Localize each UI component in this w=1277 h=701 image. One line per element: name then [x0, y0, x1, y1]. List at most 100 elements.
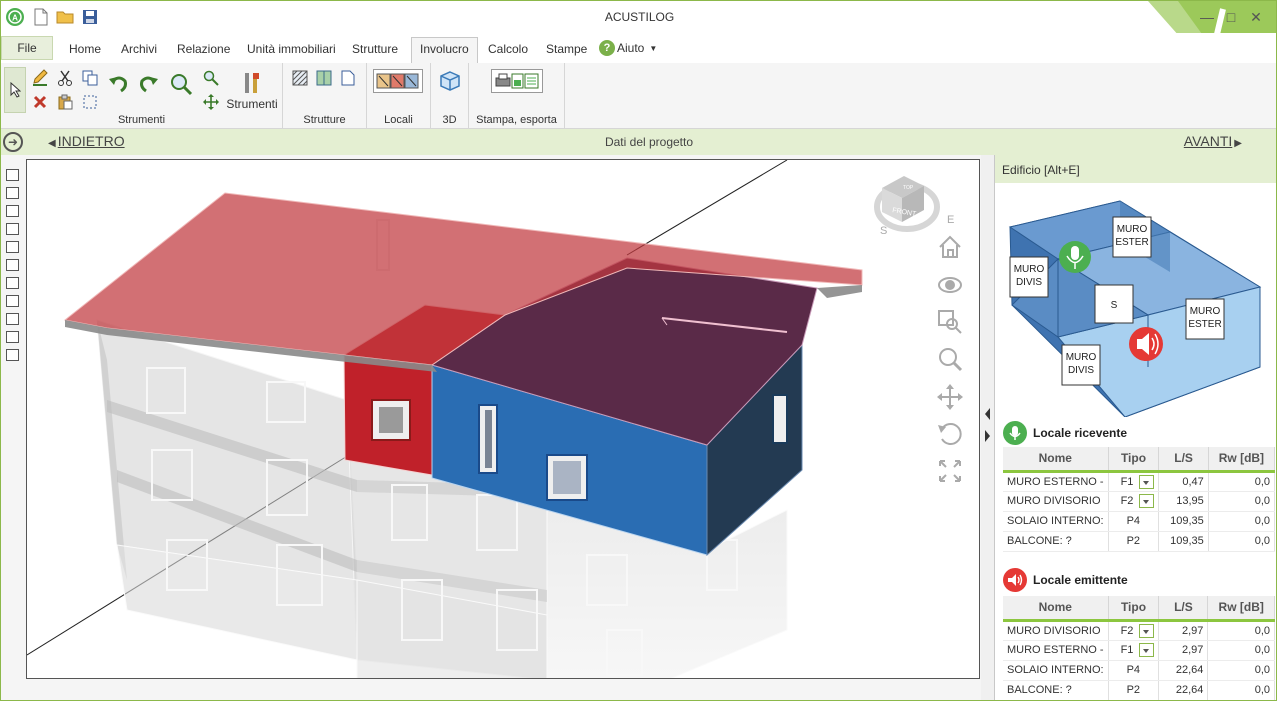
- orbit-view-icon[interactable]: [937, 272, 963, 301]
- column-header[interactable]: Rw [dB]: [1207, 596, 1275, 620]
- delete-button[interactable]: [29, 91, 51, 113]
- layer-checkbox[interactable]: [6, 187, 19, 199]
- layer-checkbox[interactable]: [6, 259, 19, 271]
- table-row[interactable]: MURO ESTERNO - F1 2,97 0,0: [1003, 640, 1275, 661]
- cell-nome[interactable]: MURO DIVISORIO: [1003, 491, 1109, 512]
- column-header[interactable]: Nome: [1003, 447, 1109, 471]
- table-row[interactable]: SOLAIO INTERNO: P4 22,64 0,0: [1003, 660, 1275, 681]
- select-area-button[interactable]: [79, 91, 101, 113]
- tab-involucro[interactable]: Involucro: [411, 37, 478, 63]
- cell-ls[interactable]: 13,95: [1158, 491, 1209, 512]
- cell-tipo[interactable]: F1: [1108, 471, 1160, 492]
- fullscreen-icon[interactable]: [937, 458, 963, 487]
- column-header[interactable]: Tipo: [1108, 596, 1160, 620]
- forward-link[interactable]: AVANTI ▶: [1184, 133, 1242, 149]
- pan-icon[interactable]: [937, 384, 963, 413]
- zoom-window-icon[interactable]: [937, 309, 963, 338]
- tab-relazione[interactable]: Relazione: [177, 42, 230, 56]
- cell-rw[interactable]: 0,0: [1207, 620, 1275, 641]
- cell-tipo[interactable]: P2: [1108, 680, 1160, 700]
- view-3d-button[interactable]: [437, 67, 463, 95]
- tipo-dropdown-button[interactable]: [1139, 474, 1155, 489]
- cell-ls[interactable]: 109,35: [1158, 531, 1209, 552]
- layer-checkbox[interactable]: [6, 277, 19, 289]
- column-header[interactable]: Nome: [1003, 596, 1109, 620]
- print-export-button[interactable]: [491, 69, 543, 93]
- cell-ls[interactable]: 22,64: [1158, 660, 1209, 681]
- cell-tipo[interactable]: P4: [1108, 511, 1160, 532]
- column-header[interactable]: L/S: [1158, 596, 1209, 620]
- tab-calcolo[interactable]: Calcolo: [488, 42, 528, 56]
- copy-button[interactable]: [79, 67, 101, 89]
- table-row[interactable]: MURO DIVISORIO F2 13,95 0,0: [1003, 491, 1276, 512]
- cell-rw[interactable]: 0,0: [1208, 511, 1276, 532]
- column-header[interactable]: Rw [dB]: [1208, 447, 1276, 471]
- layer-checkbox[interactable]: [6, 313, 19, 325]
- zoom-button[interactable]: [167, 69, 195, 99]
- layer-checkbox[interactable]: [6, 295, 19, 307]
- column-header[interactable]: L/S: [1158, 447, 1209, 471]
- hatch-structure-button[interactable]: [289, 67, 311, 89]
- help-menu[interactable]: ? Aiuto ▼: [599, 40, 657, 56]
- cell-ls[interactable]: 2,97: [1158, 620, 1209, 641]
- cell-rw[interactable]: 0,0: [1208, 471, 1276, 492]
- panel-splitter[interactable]: [981, 155, 994, 700]
- home-view-icon[interactable]: [937, 234, 963, 263]
- rotate-icon[interactable]: [937, 421, 963, 450]
- maximize-button[interactable]: □: [1221, 7, 1241, 27]
- tab-unita-immobiliari[interactable]: Unità immobiliari: [247, 42, 336, 56]
- panel-structure-button[interactable]: [313, 67, 335, 89]
- file-menu[interactable]: File: [1, 36, 53, 60]
- layer-checkbox[interactable]: [6, 331, 19, 343]
- select-pointer-button[interactable]: [4, 67, 26, 113]
- minimize-button[interactable]: —: [1197, 7, 1217, 27]
- tab-stampe[interactable]: Stampe: [546, 42, 587, 56]
- cell-rw[interactable]: 0,0: [1207, 640, 1275, 661]
- layer-checkbox[interactable]: [6, 241, 19, 253]
- pan-button[interactable]: [200, 91, 222, 113]
- tab-archivi[interactable]: Archivi: [121, 42, 157, 56]
- redo-button[interactable]: [136, 69, 162, 99]
- cell-nome[interactable]: BALCONE: ?: [1003, 680, 1109, 700]
- cell-tipo[interactable]: F1: [1108, 640, 1160, 661]
- layer-checkbox[interactable]: [6, 169, 19, 181]
- zoom-small-button[interactable]: [200, 67, 222, 89]
- cell-ls[interactable]: 0,47: [1158, 471, 1209, 492]
- cell-ls[interactable]: 2,97: [1158, 640, 1209, 661]
- table-row[interactable]: BALCONE: ? P2 22,64 0,0: [1003, 680, 1275, 700]
- cell-nome[interactable]: MURO ESTERNO -: [1003, 640, 1109, 661]
- table-row[interactable]: MURO ESTERNO - F1 0,47 0,0: [1003, 471, 1276, 492]
- cell-nome[interactable]: BALCONE: ?: [1003, 531, 1109, 552]
- layer-checkbox[interactable]: [6, 349, 19, 361]
- cell-ls[interactable]: 22,64: [1158, 680, 1209, 700]
- cell-tipo[interactable]: P2: [1108, 531, 1160, 552]
- cut-button[interactable]: [54, 67, 76, 89]
- cell-rw[interactable]: 0,0: [1207, 680, 1275, 700]
- cell-tipo[interactable]: F2: [1108, 491, 1160, 512]
- tipo-dropdown-button[interactable]: [1139, 623, 1155, 638]
- column-header[interactable]: Tipo: [1108, 447, 1160, 471]
- undo-button[interactable]: [105, 69, 131, 99]
- strumenti-button[interactable]: Strumenti: [225, 67, 279, 115]
- cell-rw[interactable]: 0,0: [1207, 660, 1275, 681]
- edit-button[interactable]: [29, 67, 51, 89]
- cell-rw[interactable]: 0,0: [1208, 531, 1276, 552]
- cell-rw[interactable]: 0,0: [1208, 491, 1276, 512]
- cell-tipo[interactable]: P4: [1108, 660, 1160, 681]
- cell-nome[interactable]: MURO DIVISORIO: [1003, 620, 1109, 641]
- cell-nome[interactable]: SOLAIO INTERNO:: [1003, 660, 1109, 681]
- tab-strutture[interactable]: Strutture: [352, 42, 398, 56]
- zoom-icon[interactable]: [937, 346, 963, 375]
- paste-button[interactable]: [54, 91, 76, 113]
- cell-nome[interactable]: MURO ESTERNO -: [1003, 471, 1109, 492]
- table-row[interactable]: MURO DIVISORIO F2 2,97 0,0: [1003, 620, 1275, 641]
- locali-button[interactable]: [373, 69, 423, 93]
- cell-tipo[interactable]: F2: [1108, 620, 1160, 641]
- tipo-dropdown-button[interactable]: [1139, 494, 1155, 508]
- table-row[interactable]: SOLAIO INTERNO: P4 109,35 0,0: [1003, 511, 1276, 532]
- building-3d-model[interactable]: FRONT TOP E S: [27, 160, 980, 679]
- layer-checkbox[interactable]: [6, 205, 19, 217]
- cell-nome[interactable]: SOLAIO INTERNO:: [1003, 511, 1109, 532]
- layer-checkbox[interactable]: [6, 223, 19, 235]
- tab-home[interactable]: Home: [69, 42, 101, 56]
